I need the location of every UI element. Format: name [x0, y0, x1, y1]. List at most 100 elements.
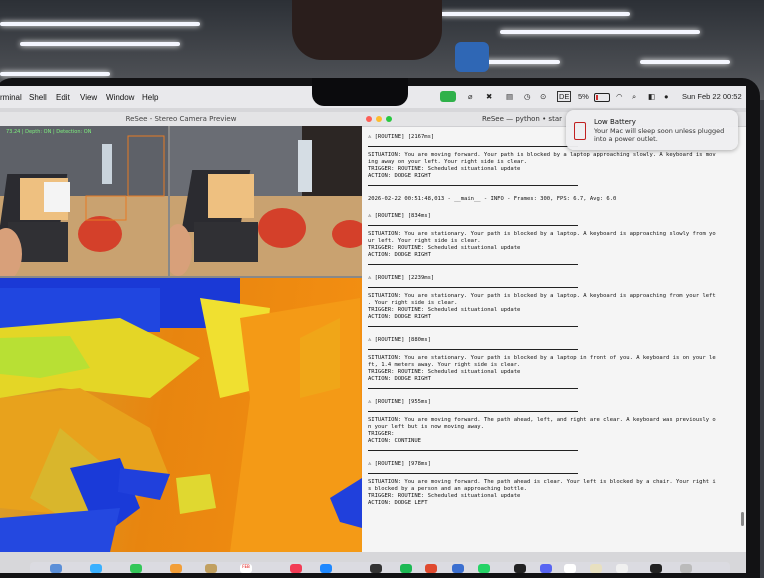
log-line: SITUATION: You are moving forward. The p… [368, 417, 716, 423]
battery-icon[interactable] [594, 93, 610, 102]
timer-icon[interactable]: ◷ [524, 92, 531, 101]
menu-help[interactable]: Help [142, 93, 158, 102]
menu-view[interactable]: View [80, 93, 97, 102]
log-line: ACTION: DODGE RIGHT [368, 252, 431, 258]
detection-overlay-text: 73.24 | Depth: ON | Detection: ON [6, 129, 92, 135]
menu-terminal[interactable]: rminal [0, 93, 22, 102]
input-source-badge[interactable]: DE [557, 91, 572, 102]
document-icon[interactable] [616, 564, 628, 573]
menu-window[interactable]: Window [106, 93, 134, 102]
log-line: n your left but is now moving away. [368, 424, 484, 430]
camera-preview-window: ReSee - Stereo Camera Preview 73.24 | De… [0, 112, 362, 552]
spotify-icon[interactable] [400, 564, 412, 573]
log-line: TRIGGER: [368, 431, 395, 437]
terminal-icon[interactable] [514, 564, 526, 573]
battery-percent: 5% [578, 92, 589, 101]
log-info-line: 2026-02-22 00:51:48,013 - __main__ - INF… [368, 196, 617, 202]
ceiling-light [0, 22, 200, 26]
left-camera-view: 73.24 | Depth: ON | Detection: ON [0, 126, 168, 276]
ceiling-light [0, 72, 110, 76]
app-icon[interactable] [452, 564, 464, 573]
camera-notch [312, 78, 408, 106]
log-line: ACTION: DODGE RIGHT [368, 314, 431, 320]
app-icon[interactable] [590, 564, 602, 573]
zoom-button[interactable] [386, 116, 392, 122]
battery-warning-icon [574, 122, 586, 140]
music-icon[interactable] [290, 564, 302, 573]
log-line: SITUATION: You are stationary. Your path… [368, 231, 716, 237]
whatsapp-icon[interactable] [478, 564, 490, 573]
right-camera-scene [170, 126, 362, 276]
menu-edit[interactable]: Edit [56, 93, 70, 102]
safari-icon[interactable] [90, 564, 102, 573]
terminal-title: ReSee — python • star [482, 115, 562, 123]
log-entry-header: ⚠ [ROUTINE] [2239ms] [368, 275, 435, 281]
photos-icon[interactable] [170, 564, 182, 573]
log-line: TRIGGER: ROUTINE: Scheduled situational … [368, 493, 521, 499]
window-thumbnail-icon[interactable] [650, 564, 662, 573]
menu-shell[interactable]: Shell [29, 93, 47, 102]
close-button[interactable] [366, 116, 372, 122]
divider [368, 264, 578, 265]
divider [368, 349, 578, 350]
wifi-icon[interactable]: ◠ [616, 92, 623, 101]
right-camera-view [170, 126, 362, 276]
divider [368, 450, 578, 451]
log-entry: ⚠ [ROUTINE] [2239ms] SITUATION: You are … [368, 275, 740, 327]
app-icon[interactable] [425, 564, 437, 573]
minimize-button[interactable] [376, 116, 382, 122]
ceiling-light [440, 12, 630, 16]
app-store-icon[interactable] [320, 564, 332, 573]
clock[interactable]: Sun Feb 22 00:52 [682, 92, 742, 101]
log-entry-header: ⚠ [ROUTINE] [834ms] [368, 213, 431, 219]
divider [368, 326, 578, 327]
calendar-icon[interactable]: FEB [240, 564, 252, 573]
depth-map-colors [0, 278, 362, 552]
log-line: ur left. Your right side is clear. [368, 238, 481, 244]
notification-title: Low Battery [594, 118, 636, 126]
log-line: ft, 1.4 meters away. Your right side is … [368, 362, 521, 368]
bottle [455, 42, 489, 72]
log-line: ACTION: DODGE LEFT [368, 500, 428, 506]
play-icon[interactable]: ⊙ [540, 92, 546, 101]
system-settings-icon[interactable] [370, 564, 382, 573]
control-center-icon[interactable]: ◧ [648, 92, 655, 101]
log-entry-header: ⚠ [ROUTINE] [978ms] [368, 461, 431, 467]
low-battery-notification[interactable]: Low Battery Your Mac will sleep soon unl… [566, 110, 738, 150]
ceiling-light [20, 42, 180, 46]
messages-icon[interactable] [130, 564, 142, 573]
app-icon[interactable] [564, 564, 576, 573]
finder-icon[interactable] [50, 564, 62, 573]
notes-icon[interactable] [205, 564, 217, 573]
clipboard-icon[interactable]: ▤ [506, 92, 513, 101]
log-line: s blocked by a person and an approaching… [368, 486, 527, 492]
discord-icon[interactable] [540, 564, 552, 573]
log-line: ing away on your left. Your right side i… [368, 159, 527, 165]
log-line: SITUATION: You are stationary. Your path… [368, 293, 716, 299]
log-entry: ⚠ [ROUTINE] [978ms] SITUATION: You are m… [368, 461, 740, 507]
notification-body: Your Mac will sleep soon unless plugged … [594, 127, 725, 143]
search-icon[interactable]: ⌕ [632, 92, 636, 102]
siri-icon[interactable]: ● [664, 92, 669, 101]
divider [368, 473, 578, 474]
left-camera-scene [0, 126, 168, 276]
divider [368, 225, 578, 226]
scrollbar[interactable] [741, 512, 744, 526]
mic-icon[interactable]: ⌀ [468, 92, 473, 101]
mute-icon[interactable]: ✖ [486, 92, 492, 101]
log-entry: ⚠ [ROUTINE] [834ms] SITUATION: You are s… [368, 213, 740, 265]
ceiling-light [640, 60, 730, 64]
log-entry: ⚠ [ROUTINE] [880ms] SITUATION: You are s… [368, 337, 740, 389]
person-silhouette [292, 0, 442, 60]
log-entry-header: ⚠ [ROUTINE] [955ms] [368, 399, 431, 405]
trash-icon[interactable] [680, 564, 692, 573]
camera-window-title[interactable]: ReSee - Stereo Camera Preview [0, 112, 362, 126]
log-line: . Your right side is clear. [368, 300, 458, 306]
dock: FEB [30, 562, 730, 573]
facetime-status-icon[interactable] [440, 91, 456, 102]
terminal-output[interactable]: ⚠ [ROUTINE] [2167ms] SITUATION: You are … [368, 134, 740, 517]
divider [368, 146, 578, 147]
divider [368, 185, 578, 186]
log-line: ACTION: DODGE RIGHT [368, 173, 431, 179]
divider [368, 287, 578, 288]
